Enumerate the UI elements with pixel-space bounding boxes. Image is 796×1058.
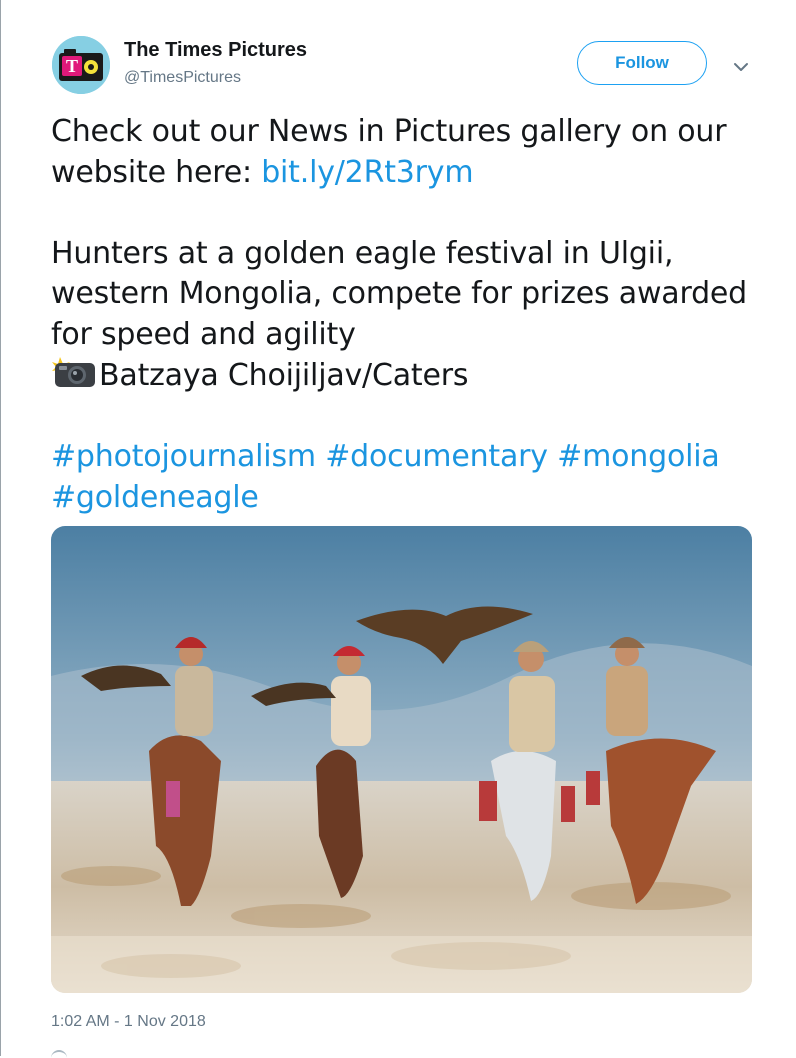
hashtag[interactable]: #documentary [325,439,548,474]
camera-logo-icon: T [52,36,110,94]
tweet-line-gallery: Check out our News in Pictures gallery o… [51,112,761,193]
eagle-hunters-photo [51,526,752,993]
chevron-down-icon[interactable] [728,56,754,78]
hashtag[interactable]: #goldeneagle [51,480,259,515]
camera-flash-icon [51,355,97,389]
gallery-link[interactable]: bit.ly/2Rt3rym [261,155,473,190]
hashtags: #photojournalism #documentary #mongolia #… [51,437,761,518]
tweet-text: Check out our News in Pictures gallery o… [51,112,761,518]
avatar[interactable]: T [52,36,110,94]
user-handle[interactable]: @TimesPictures [124,69,241,87]
hashtag[interactable]: #mongolia [557,439,720,474]
tweet-card: T The Times Pictures @TimesPictures Foll… [0,0,796,1056]
tweet-photo[interactable] [51,526,752,993]
caption-text: Hunters at a golden eagle festival in Ul… [51,235,748,352]
timestamp[interactable]: 1:02 AM - 1 Nov 2018 [51,1013,206,1031]
avatar-letter: T [66,56,78,76]
photo-credit: Batzaya Choijiljav/Caters [99,358,469,393]
reply-icon[interactable] [51,1050,67,1058]
display-name[interactable]: The Times Pictures [124,39,307,62]
hashtag[interactable]: #photojournalism [51,439,316,474]
follow-button[interactable]: Follow [577,41,707,85]
tweet-caption: Hunters at a golden eagle festival in Ul… [51,234,761,397]
